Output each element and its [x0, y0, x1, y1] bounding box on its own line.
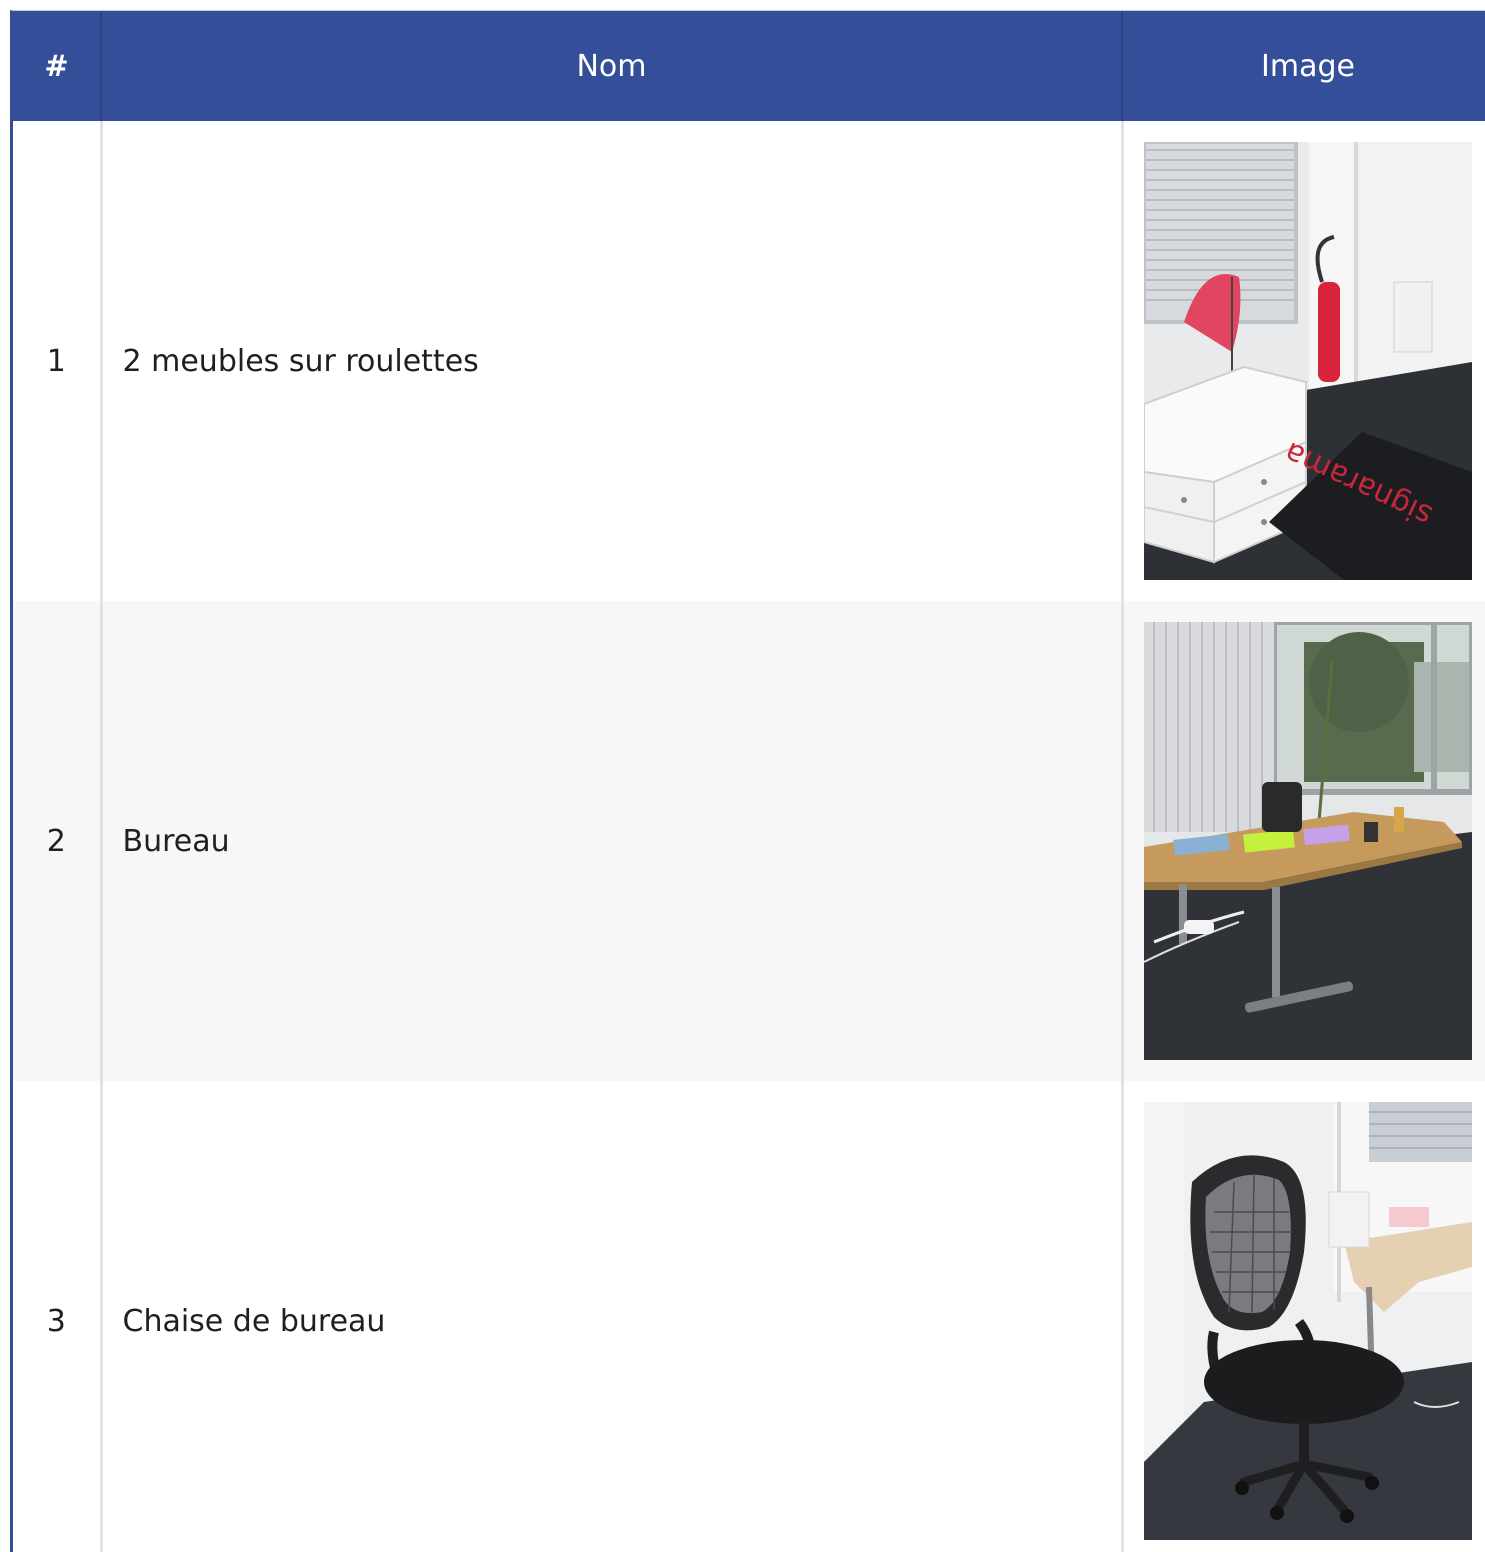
photo-office-desk-svg	[1143, 622, 1472, 1060]
column-header-number[interactable]: #	[13, 11, 102, 121]
row-number: 1	[13, 121, 103, 601]
table-row[interactable]: 3 Chaise de bureau	[13, 1081, 1485, 1552]
table-row[interactable]: 2 Bureau	[13, 601, 1485, 1081]
table-header-row: # Nom Image	[13, 11, 1485, 121]
table-body: 1 2 meubles sur roulettes signarama 2 Bu…	[13, 121, 1485, 1552]
photo-rolling-cabinets-svg: signarama	[1143, 142, 1472, 580]
table-row[interactable]: 1 2 meubles sur roulettes signarama	[13, 121, 1485, 601]
row-image-cell	[1122, 601, 1485, 1081]
column-header-image[interactable]: Image	[1122, 11, 1485, 121]
photo-office-desk[interactable]	[1143, 622, 1472, 1060]
inventory-table-container: # Nom Image 1 2 meubles sur roulettes si…	[10, 10, 1485, 1552]
column-header-name[interactable]: Nom	[101, 11, 1123, 121]
row-number: 2	[13, 601, 103, 1081]
row-name: Chaise de bureau	[101, 1081, 1124, 1552]
photo-office-chair-svg	[1143, 1102, 1472, 1540]
row-name: Bureau	[101, 601, 1124, 1081]
table-header: # Nom Image	[13, 11, 1485, 121]
row-image-cell	[1122, 1081, 1485, 1552]
inventory-table: # Nom Image 1 2 meubles sur roulettes si…	[13, 11, 1485, 1552]
photo-rolling-cabinets[interactable]: signarama	[1143, 142, 1472, 580]
row-image-cell: signarama	[1122, 121, 1485, 601]
photo-office-chair[interactable]	[1143, 1102, 1472, 1540]
row-number: 3	[13, 1081, 103, 1552]
row-name: 2 meubles sur roulettes	[101, 121, 1124, 601]
